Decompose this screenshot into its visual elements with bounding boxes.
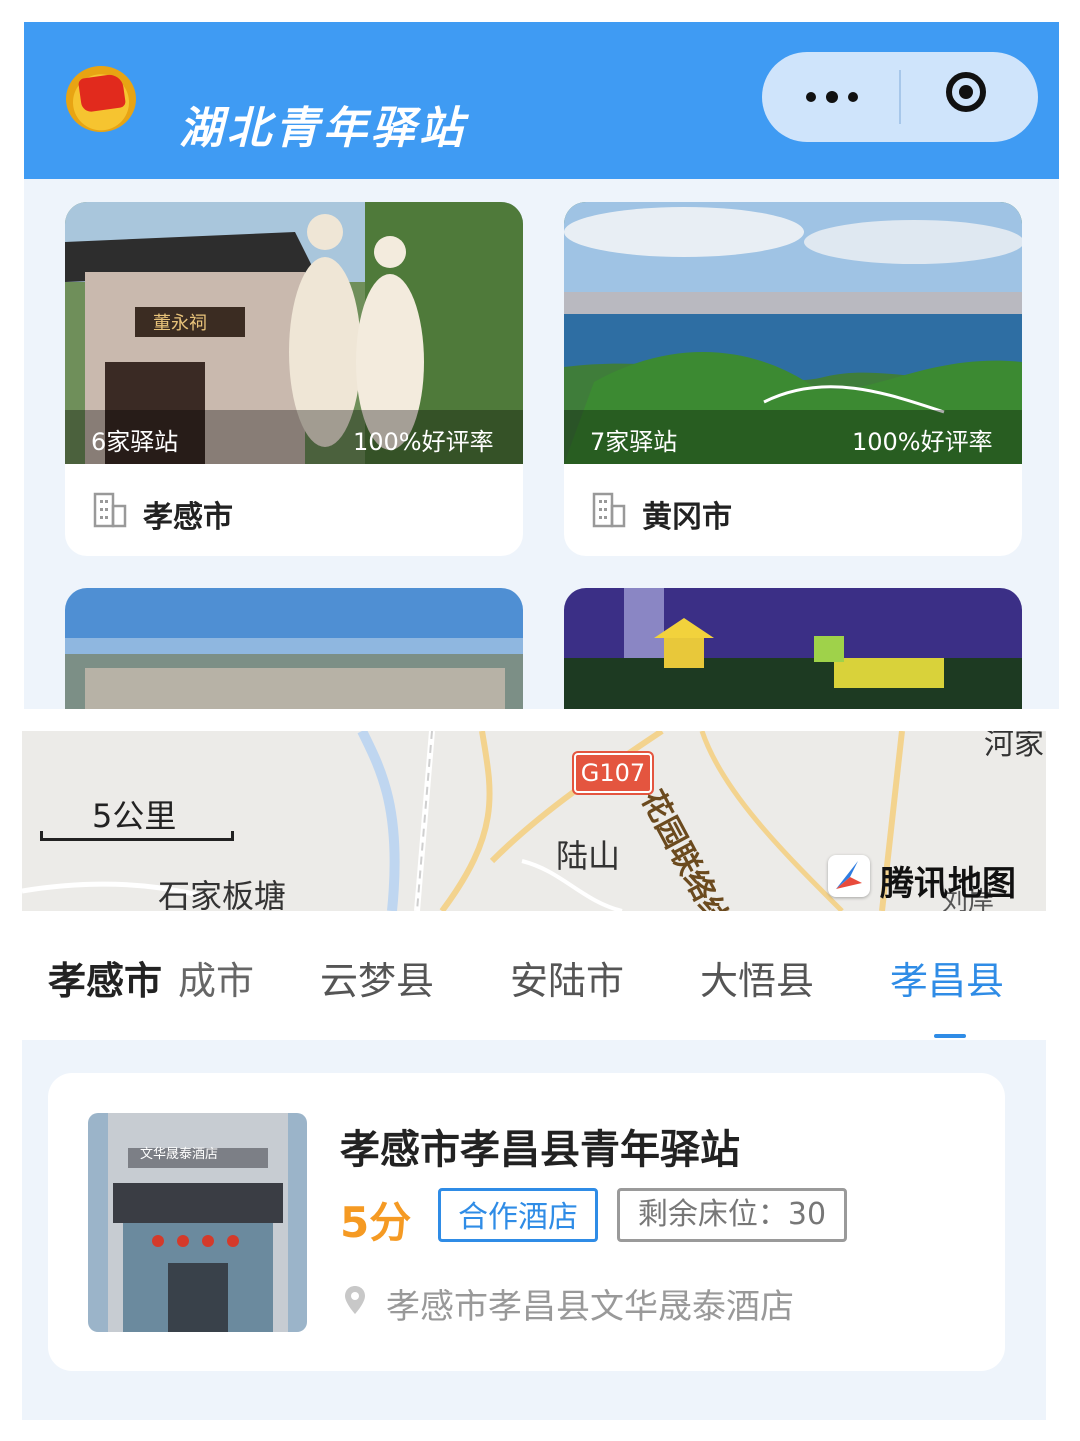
map-label: 河家: [984, 731, 1044, 762]
station-score: 5分: [340, 1198, 412, 1247]
tab-anlu[interactable]: 安陆市: [510, 950, 624, 1005]
city-card-3[interactable]: [65, 588, 523, 709]
station-count: 7家驿站: [590, 428, 678, 456]
active-tab-indicator: [934, 1034, 966, 1038]
red-flag-shape: [77, 73, 127, 113]
station-card[interactable]: 文华晟泰酒店 孝感市孝昌县青年驿站 5分 合作酒店 剩余床位：30 孝感市孝昌县…: [48, 1073, 1005, 1371]
city-row: 孝感市: [65, 464, 523, 556]
station-count: 6家驿站: [91, 428, 179, 456]
building-icon: [93, 492, 127, 528]
city-card-4[interactable]: [564, 588, 1022, 709]
map-view[interactable]: 5公里 石家板塘 陆山 G107 花园联络线 河家 刘岸 腾讯地图: [22, 731, 1046, 911]
map-brand: 腾讯地图: [880, 864, 1016, 904]
building-icon: [592, 492, 626, 528]
location-pin-icon: [345, 1286, 365, 1314]
title-bar: 湖北青年驿站: [24, 22, 1059, 179]
road-badge: G107: [574, 753, 652, 793]
city-card-xiaogan[interactable]: 董永祠 6家驿站 100%好评率 孝感市: [65, 202, 523, 556]
tab-xiaogan[interactable]: 孝感市: [48, 950, 162, 1005]
partner-hotel-tag: 合作酒店: [438, 1188, 598, 1242]
station-address: 孝感市孝昌县文华晟泰酒店: [386, 1287, 794, 1327]
city-panorama-photo: [65, 588, 523, 709]
remaining-beds-tag: 剩余床位：30: [617, 1188, 847, 1242]
capsule-divider: [899, 70, 901, 124]
tab-chengshi[interactable]: 成市: [178, 950, 254, 1005]
rating: 100%好评率: [852, 428, 993, 456]
rating: 100%好评率: [353, 428, 494, 456]
map-label: 石家板塘: [158, 877, 287, 911]
tab-dawu[interactable]: 大悟县: [700, 950, 814, 1005]
city-name: 黄冈市: [642, 500, 732, 535]
map-label: 陆山: [556, 837, 621, 875]
svg-text:董永祠: 董永祠: [153, 313, 207, 334]
tab-yunmeng[interactable]: 云梦县: [320, 950, 434, 1005]
app-title: 湖北青年驿站: [179, 103, 467, 154]
tab-xiaochang[interactable]: 孝昌县: [890, 950, 1004, 1005]
city-card-huanggang[interactable]: 7家驿站 100%好评率 黄冈市: [564, 202, 1022, 556]
youth-league-logo-icon: [66, 66, 136, 132]
city-name: 孝感市: [143, 500, 233, 535]
scale-bar: [40, 831, 234, 841]
station-title: 孝感市孝昌县青年驿站: [340, 1127, 740, 1173]
city-row: 黄冈市: [564, 464, 1022, 556]
tencent-map-icon: [828, 855, 870, 897]
more-dots-icon[interactable]: [802, 82, 862, 112]
night-pavilion-photo: [564, 588, 1022, 709]
hotel-sign: 文华晟泰酒店: [140, 1147, 219, 1162]
close-target-icon[interactable]: [946, 72, 986, 112]
mini-program-capsule: [762, 52, 1038, 142]
